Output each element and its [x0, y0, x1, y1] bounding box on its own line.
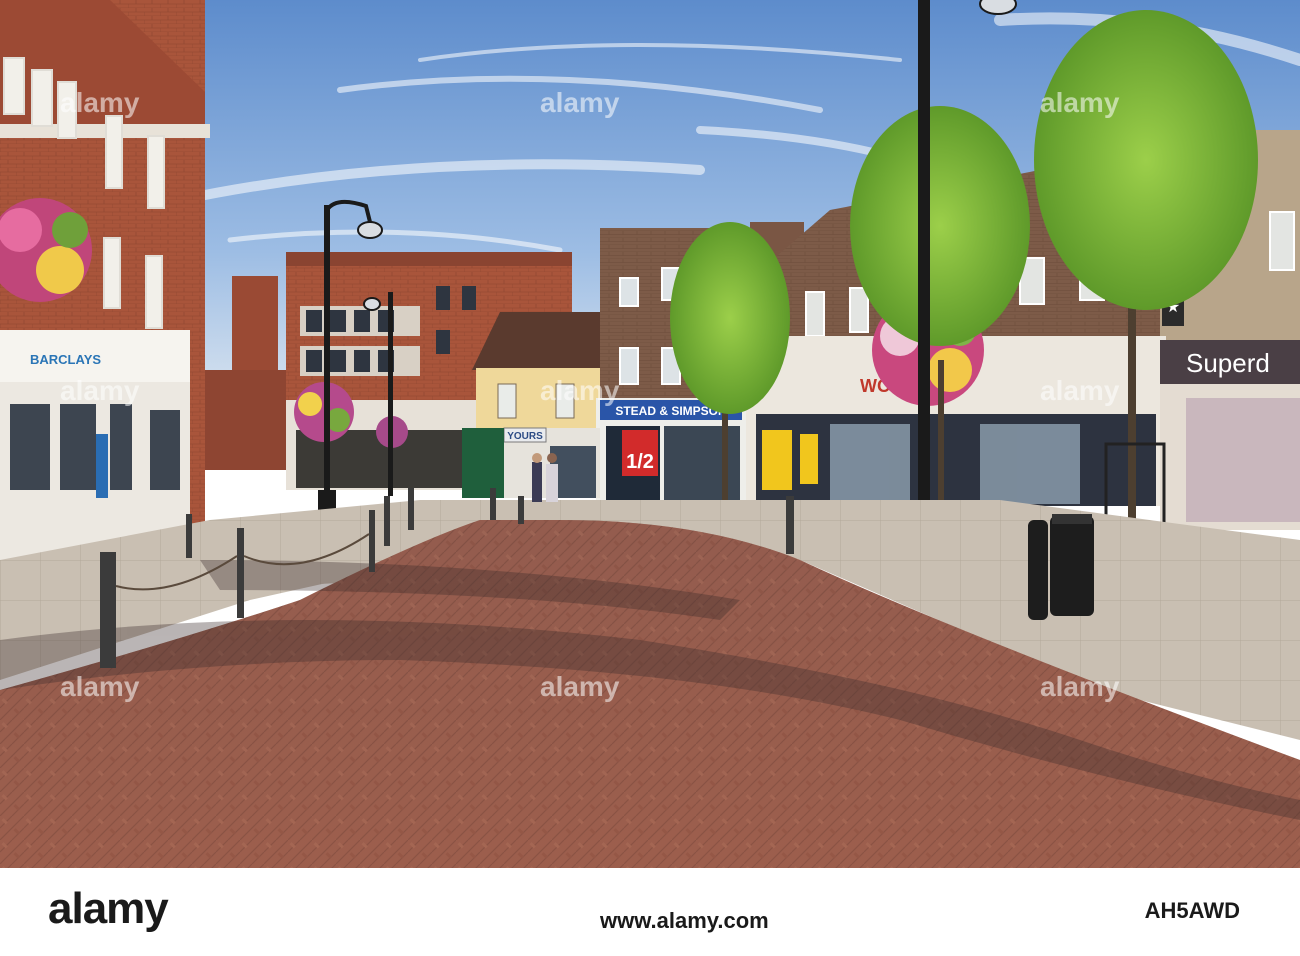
watermark-9: alamy — [1040, 671, 1120, 702]
half-price-sign: 1/2 — [626, 451, 654, 473]
footer-url[interactable]: www.alamy.com — [600, 908, 769, 934]
watermark-8: alamy — [540, 671, 620, 702]
footer-logo: alamy — [48, 884, 169, 933]
image-reference: AH5AWD — [1144, 898, 1240, 923]
litter-bin — [1028, 514, 1094, 620]
superdrug-sign: Superd — [1186, 348, 1270, 378]
watermark-3: alamy — [1040, 87, 1120, 118]
barclays-sign: BARCLAYS — [30, 352, 101, 367]
watermark-6: alamy — [1040, 375, 1120, 406]
watermark-1: alamy — [60, 87, 140, 118]
watermark-2: alamy — [540, 87, 620, 118]
watermark-4: alamy — [60, 375, 140, 406]
yours-sign: YOURS — [507, 431, 543, 442]
atm — [96, 434, 108, 498]
street-photo: STEAD & SIMPSON 1/2 WO Superd ★ YOURS BA… — [0, 0, 1300, 868]
watermark-5: alamy — [540, 375, 620, 406]
far-tower — [232, 276, 278, 386]
watermark-7: alamy — [60, 671, 140, 702]
